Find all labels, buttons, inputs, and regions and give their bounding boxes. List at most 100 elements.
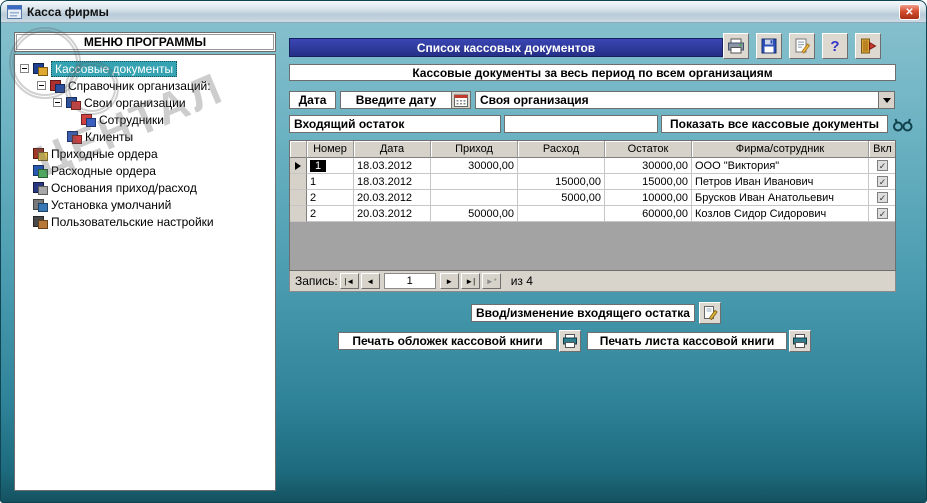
cell-enabled[interactable]: ✓ (869, 206, 895, 222)
form-edit-button[interactable] (789, 33, 815, 59)
checkbox-checked[interactable]: ✓ (877, 192, 888, 203)
tree-item-income-expense-bases[interactable]: Основания приход/расход (15, 179, 275, 196)
toolbar: ? (723, 33, 881, 59)
cell-date[interactable]: 18.03.2012 (354, 158, 431, 174)
chevron-down-icon (882, 97, 891, 103)
print-cover-icon-button[interactable] (559, 330, 581, 352)
period-header: Кассовые документы за весь период по все… (289, 64, 896, 81)
close-button[interactable]: ✕ (899, 4, 920, 20)
header-cell-expense[interactable]: Расход (518, 141, 605, 158)
enter-balance-button[interactable]: Ввод/изменение входящего остатка (471, 304, 695, 322)
new-record-button[interactable]: ►* (481, 273, 501, 289)
tree-item-label: Справочник организаций: (68, 78, 211, 93)
calendar-button[interactable] (451, 92, 470, 108)
documents-list-header: Список кассовых документов (289, 38, 723, 57)
cell-income[interactable]: 50000,00 (431, 206, 518, 222)
header-cell-date[interactable]: Дата (354, 141, 431, 158)
cell-firm[interactable]: Брусков Иван Анатольевич (692, 190, 869, 206)
incoming-balance-input[interactable] (504, 115, 658, 133)
first-record-button[interactable]: |◄ (339, 273, 359, 289)
tree-item-defaults-setup[interactable]: Установка умолчаний (15, 196, 275, 213)
date-input-value[interactable]: Введите дату (341, 93, 451, 107)
date-label: Дата (289, 91, 336, 109)
exit-button[interactable] (855, 33, 881, 59)
record-number-box[interactable]: 1 (383, 273, 436, 289)
tree-item-cash-documents[interactable]: Кассовые документы (15, 60, 275, 77)
cell-enabled[interactable]: ✓ (869, 158, 895, 174)
tree-item-label: Клиенты (85, 129, 134, 144)
table-row[interactable]: 2 20.03.2012 5000,00 10000,00 Брусков Ив… (290, 190, 895, 206)
cell-expense[interactable]: 5000,00 (518, 190, 605, 206)
cell-firm[interactable]: Петров Иван Иванович (692, 174, 869, 190)
checkbox-checked[interactable]: ✓ (877, 208, 888, 219)
previous-record-button[interactable]: ◄ (360, 273, 380, 289)
cell-expense[interactable] (518, 158, 605, 174)
row-selector[interactable] (290, 174, 307, 190)
tree-item-employees[interactable]: Сотрудники (15, 111, 275, 128)
header-cell-enabled[interactable]: Вкл (869, 141, 895, 158)
cell-income[interactable] (431, 174, 518, 190)
table-row[interactable]: 1 18.03.2012 30000,00 30000,00 ООО "Викт… (290, 158, 895, 174)
cell-income[interactable] (431, 190, 518, 206)
binoculars-icon (892, 117, 914, 132)
table-row[interactable]: 2 20.03.2012 50000,00 60000,00 Козлов Си… (290, 206, 895, 222)
balance-edit-icon-button[interactable] (699, 302, 721, 324)
tree-item-expense-orders[interactable]: Расходные ордера (15, 162, 275, 179)
collapse-icon[interactable] (53, 98, 62, 107)
own-organization-combobox[interactable]: Своя организация (475, 91, 895, 109)
checkbox-checked[interactable]: ✓ (877, 176, 888, 187)
next-record-button[interactable]: ► (439, 273, 459, 289)
collapse-icon[interactable] (20, 64, 29, 73)
record-nav-label: Запись: (295, 274, 338, 288)
cell-number[interactable]: 2 (307, 190, 354, 206)
checkbox-checked[interactable]: ✓ (877, 160, 888, 171)
documents-table: Номер Дата Приход Расход Остаток Фирма/с… (289, 140, 896, 271)
table-row[interactable]: 1 18.03.2012 15000,00 15000,00 Петров Ив… (290, 174, 895, 190)
header-cell-income[interactable]: Приход (431, 141, 518, 158)
cell-balance[interactable]: 15000,00 (605, 174, 692, 190)
tree-item-clients[interactable]: Клиенты (15, 128, 275, 145)
cell-expense[interactable]: 15000,00 (518, 174, 605, 190)
header-cell-balance[interactable]: Остаток (605, 141, 692, 158)
row-selector[interactable] (290, 158, 307, 174)
print-button[interactable] (723, 33, 749, 59)
cell-enabled[interactable]: ✓ (869, 174, 895, 190)
cell-firm[interactable]: Козлов Сидор Сидорович (692, 206, 869, 222)
tree-item-income-orders[interactable]: Приходные ордера (15, 145, 275, 162)
last-record-button[interactable]: ►| (460, 273, 480, 289)
save-button[interactable] (756, 33, 782, 59)
show-all-documents-button[interactable]: Показать все кассовые документы (661, 115, 888, 133)
print-sheet-icon-button[interactable] (789, 330, 811, 352)
date-input[interactable]: Введите дату (340, 91, 471, 109)
tree-item-org-directory[interactable]: Справочник организаций: (15, 77, 275, 94)
cell-balance[interactable]: 60000,00 (605, 206, 692, 222)
cell-number[interactable]: 2 (307, 206, 354, 222)
dropdown-arrow-button[interactable] (878, 92, 894, 108)
page-edit-icon (702, 305, 718, 321)
cell-number[interactable]: 1 (307, 158, 354, 174)
print-sheet-button[interactable]: Печать листа кассовой книги (587, 332, 787, 350)
tree-item-user-settings[interactable]: Пользовательские настройки (15, 213, 275, 230)
cell-enabled[interactable]: ✓ (869, 190, 895, 206)
row-selector[interactable] (290, 190, 307, 206)
print-cover-button[interactable]: Печать обложек кассовой книги (338, 332, 557, 350)
header-cell-firm[interactable]: Фирма/сотрудник (692, 141, 869, 158)
cell-number[interactable]: 1 (307, 174, 354, 190)
help-button[interactable]: ? (822, 33, 848, 59)
cash-documents-icon (33, 62, 48, 76)
tree-item-own-organizations[interactable]: Свои организации (15, 94, 275, 111)
cell-date[interactable]: 20.03.2012 (354, 190, 431, 206)
defaults-setup-icon (33, 198, 48, 212)
title-bar[interactable]: Касса фирмы ✕ (1, 1, 926, 23)
cell-date[interactable]: 18.03.2012 (354, 174, 431, 190)
search-button[interactable] (891, 115, 915, 133)
cell-expense[interactable] (518, 206, 605, 222)
header-cell-number[interactable]: Номер (307, 141, 354, 158)
cell-balance[interactable]: 30000,00 (605, 158, 692, 174)
cell-income[interactable]: 30000,00 (431, 158, 518, 174)
cell-balance[interactable]: 10000,00 (605, 190, 692, 206)
cell-date[interactable]: 20.03.2012 (354, 206, 431, 222)
collapse-icon[interactable] (37, 81, 46, 90)
cell-firm[interactable]: ООО "Виктория" (692, 158, 869, 174)
row-selector[interactable] (290, 206, 307, 222)
